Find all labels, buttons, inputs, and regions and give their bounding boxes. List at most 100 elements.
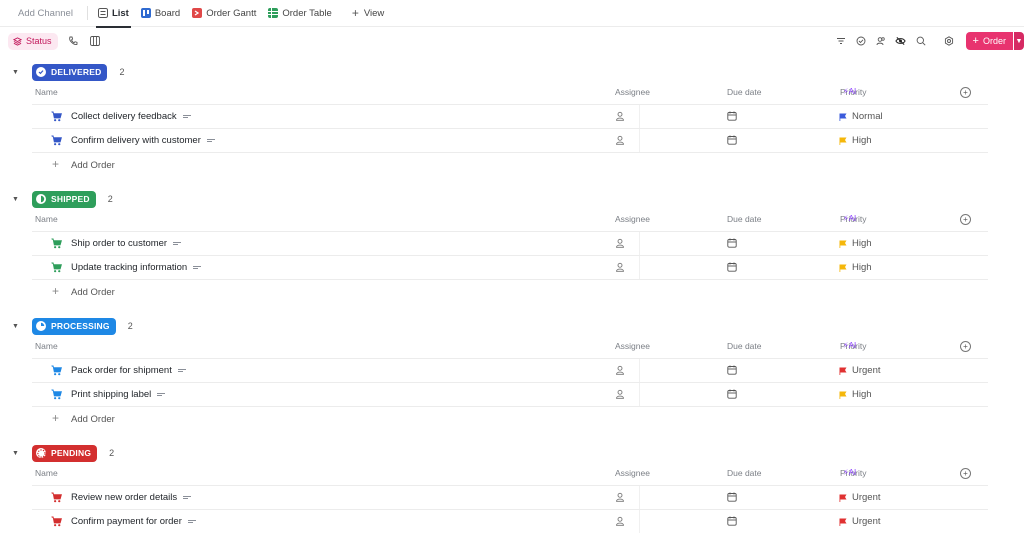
column-assignee[interactable]: Assignee	[615, 341, 650, 351]
calendar-icon[interactable]	[727, 516, 737, 526]
column-name[interactable]: Name	[35, 214, 58, 224]
column-headers: Name Assignee Due date Priority ⚡ AI +	[0, 468, 1024, 482]
column-name[interactable]: Name	[35, 341, 58, 351]
task-name[interactable]: Pack order for shipment	[71, 365, 186, 376]
priority-cell[interactable]: High	[839, 389, 872, 400]
calendar-icon[interactable]	[727, 238, 737, 248]
add-channel-button[interactable]: Add Channel	[12, 0, 83, 27]
collapse-caret-icon[interactable]: ▼	[12, 323, 24, 330]
priority-cell[interactable]: High	[839, 238, 872, 249]
calendar-icon[interactable]	[727, 492, 737, 502]
search-icon[interactable]	[914, 34, 928, 48]
status-group-pending: ▼ PENDING 2 Name Assignee Due date Prior…	[0, 444, 1024, 539]
collapse-caret-icon[interactable]: ▼	[12, 69, 24, 76]
settings-icon[interactable]	[942, 34, 956, 48]
add-column-icon[interactable]: +	[960, 87, 971, 98]
layers-icon	[13, 36, 22, 46]
assignee-icon[interactable]	[615, 365, 625, 375]
add-order-row[interactable]: + Add Order	[32, 279, 988, 303]
column-assignee[interactable]: Assignee	[615, 468, 650, 478]
task-name[interactable]: Ship order to customer	[71, 238, 182, 249]
assignee-icon[interactable]	[615, 516, 625, 526]
column-due-date[interactable]: Due date	[727, 468, 762, 478]
tab-list[interactable]: List	[92, 0, 135, 28]
assignee-icon[interactable]	[615, 135, 625, 145]
task-name[interactable]: Confirm delivery with customer	[71, 135, 215, 146]
plus-icon: +	[52, 157, 60, 171]
task-name[interactable]: Collect delivery feedback	[71, 111, 191, 122]
task-row[interactable]: Confirm payment for order Urgent	[32, 509, 988, 533]
assignee-icon[interactable]	[615, 389, 625, 399]
tab-board[interactable]: Board	[135, 0, 186, 27]
add-order-button[interactable]: + Order	[965, 32, 1013, 50]
collapse-caret-icon[interactable]: ▼	[12, 196, 24, 203]
priority-cell[interactable]: Urgent	[839, 516, 881, 527]
task-name[interactable]: Update tracking information	[71, 262, 202, 273]
column-name[interactable]: Name	[35, 87, 58, 97]
add-column-icon[interactable]: +	[960, 214, 971, 225]
users-icon[interactable]	[874, 34, 888, 48]
task-row[interactable]: Review new order details Urgent	[32, 485, 988, 509]
task-row[interactable]: Collect delivery feedback Normal	[32, 104, 988, 128]
plus-icon: +	[52, 284, 60, 298]
assignee-icon[interactable]	[615, 262, 625, 272]
ai-sparkle-icon: ⚡ AI	[843, 87, 857, 96]
column-divider	[639, 129, 640, 152]
add-order-row[interactable]: + Add Order	[32, 152, 988, 176]
task-row[interactable]: Pack order for shipment Urgent	[32, 358, 988, 382]
task-row[interactable]: Print shipping label High	[32, 382, 988, 406]
filter-icon[interactable]	[834, 34, 848, 48]
priority-cell[interactable]: High	[839, 135, 872, 146]
task-row[interactable]: Confirm delivery with customer High	[32, 128, 988, 152]
column-due-date[interactable]: Due date	[727, 87, 762, 97]
priority-cell[interactable]: Urgent	[839, 492, 881, 503]
column-due-date[interactable]: Due date	[727, 341, 762, 351]
phone-icon[interactable]	[66, 34, 80, 48]
check-circle-icon[interactable]	[854, 34, 868, 48]
flag-icon	[839, 391, 847, 399]
status-icon	[36, 194, 46, 204]
ai-sparkle-icon: ⚡ AI	[843, 341, 857, 350]
tab-order-table[interactable]: Order Table	[262, 0, 337, 27]
columns-icon[interactable]	[88, 34, 102, 48]
task-row[interactable]: Update tracking information High	[32, 255, 988, 279]
add-order-row[interactable]: + Add Order	[32, 406, 988, 430]
calendar-icon[interactable]	[727, 262, 737, 272]
group-by-status-button[interactable]: Status	[8, 32, 58, 50]
column-name[interactable]: Name	[35, 468, 58, 478]
column-headers: Name Assignee Due date Priority ⚡ AI +	[0, 341, 1024, 355]
task-name[interactable]: Print shipping label	[71, 389, 166, 400]
assignee-icon[interactable]	[615, 492, 625, 502]
status-badge[interactable]: DELIVERED	[32, 63, 108, 81]
add-column-icon[interactable]: +	[960, 341, 971, 352]
eye-off-icon[interactable]	[894, 34, 908, 48]
list-icon	[97, 8, 108, 18]
task-name[interactable]: Confirm payment for order	[71, 516, 196, 527]
priority-cell[interactable]: Urgent	[839, 365, 881, 376]
priority-cell[interactable]: High	[839, 262, 872, 273]
order-dropdown-caret[interactable]: ▼	[1014, 32, 1024, 50]
description-icon	[183, 494, 192, 501]
calendar-icon[interactable]	[727, 389, 737, 399]
column-assignee[interactable]: Assignee	[615, 214, 650, 224]
priority-cell[interactable]: Normal	[839, 111, 883, 122]
status-badge[interactable]: PROCESSING	[32, 317, 116, 335]
status-badge[interactable]: PENDING	[32, 444, 98, 462]
assignee-icon[interactable]	[615, 111, 625, 121]
calendar-icon[interactable]	[727, 111, 737, 121]
calendar-icon[interactable]	[727, 135, 737, 145]
assignee-icon[interactable]	[615, 238, 625, 248]
column-assignee[interactable]: Assignee	[615, 87, 650, 97]
plus-icon: +	[52, 411, 60, 425]
add-column-icon[interactable]: +	[960, 468, 971, 479]
plus-icon: +	[972, 35, 979, 47]
collapse-caret-icon[interactable]: ▼	[12, 450, 24, 457]
add-view-button[interactable]: + View	[346, 0, 390, 27]
status-badge[interactable]: SHIPPED	[32, 190, 96, 208]
task-name[interactable]: Review new order details	[71, 492, 192, 503]
tab-order-gantt[interactable]: Order Gantt	[186, 0, 262, 27]
status-group-processing: ▼ PROCESSING 2 Name Assignee Due date Pr…	[0, 317, 1024, 437]
calendar-icon[interactable]	[727, 365, 737, 375]
task-row[interactable]: Ship order to customer High	[32, 231, 988, 255]
column-due-date[interactable]: Due date	[727, 214, 762, 224]
